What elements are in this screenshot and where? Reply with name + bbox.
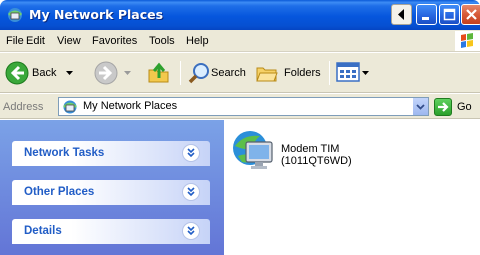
network-tasks-header[interactable]: Network Tasks	[12, 141, 210, 166]
menu-view[interactable]: View	[57, 35, 81, 47]
network-computer-icon	[233, 131, 273, 169]
menu-file[interactable]: File	[6, 35, 24, 47]
item-name-line1: Modem TIM	[281, 143, 340, 155]
standard-toolbar: Back Search Folders	[0, 53, 480, 93]
expand-chevron-button[interactable]	[182, 144, 200, 162]
menu-edit[interactable]: Edit	[26, 35, 45, 47]
network-tasks-title: Network Tasks	[24, 147, 105, 159]
address-bar: Address My Network Places Go	[0, 94, 480, 119]
up-folder-icon	[148, 62, 169, 83]
address-dropdown-button[interactable]	[412, 98, 428, 115]
item-name: Modem TIM (1011QT6WD)	[281, 143, 352, 167]
content-pane: Modem TIM (1011QT6WD)	[224, 120, 480, 255]
folders-button[interactable]: Folders	[255, 58, 325, 88]
minimize-icon	[422, 17, 429, 20]
double-chevron-down-icon	[187, 148, 195, 158]
folders-icon	[256, 67, 278, 82]
folders-label: Folders	[284, 67, 321, 79]
close-icon	[466, 9, 477, 20]
back-button[interactable]: Back	[3, 58, 89, 88]
forward-arrow-icon	[94, 61, 118, 85]
close-button[interactable]	[461, 4, 480, 25]
address-label: Address	[3, 101, 44, 113]
minimize-button[interactable]	[416, 4, 437, 25]
views-icon	[336, 62, 360, 82]
go-label[interactable]: Go	[457, 101, 472, 113]
double-chevron-down-icon	[187, 226, 195, 236]
back-arrow-icon	[5, 61, 29, 85]
window-title: My Network Places	[29, 7, 164, 22]
dropdown-arrow-icon	[124, 71, 131, 75]
toolbar-separator	[180, 61, 181, 85]
go-button[interactable]	[434, 98, 452, 116]
network-item[interactable]: Modem TIM (1011QT6WD)	[224, 120, 384, 180]
title-bar: My Network Places	[0, 0, 480, 30]
details-header[interactable]: Details	[12, 219, 210, 244]
address-value: My Network Places	[83, 100, 178, 112]
search-button[interactable]: Search	[187, 58, 251, 88]
expand-chevron-button[interactable]	[182, 183, 200, 201]
back-label: Back	[32, 67, 57, 79]
address-input[interactable]: My Network Places	[58, 97, 429, 116]
other-places-header[interactable]: Other Places	[12, 180, 210, 205]
menu-bar: File Edit View Favorites Tools Help	[0, 30, 480, 52]
back-arrow-button[interactable]	[391, 4, 412, 25]
menu-favorites[interactable]: Favorites	[92, 35, 137, 47]
search-icon	[188, 63, 209, 84]
toolbar-separator	[329, 61, 330, 85]
task-pane: Network Tasks Other Places Details	[0, 120, 224, 255]
item-name-line2: (1011QT6WD)	[281, 155, 352, 167]
up-folder-button[interactable]	[146, 60, 172, 86]
search-label: Search	[211, 67, 246, 79]
other-places-title: Other Places	[24, 186, 95, 198]
details-title: Details	[24, 225, 62, 237]
dropdown-arrow-icon	[362, 71, 369, 75]
maximize-icon	[443, 8, 456, 21]
menu-help[interactable]: Help	[186, 35, 209, 47]
expand-chevron-button[interactable]	[182, 222, 200, 240]
network-places-icon	[7, 8, 23, 22]
dropdown-arrow-icon	[66, 71, 73, 75]
network-places-icon	[63, 100, 77, 114]
windows-logo-icon	[455, 31, 480, 51]
double-chevron-down-icon	[187, 187, 195, 197]
maximize-button[interactable]	[439, 4, 460, 25]
left-arrow-icon	[398, 9, 404, 20]
forward-button[interactable]	[94, 58, 140, 88]
menu-tools[interactable]: Tools	[149, 35, 175, 47]
views-button[interactable]	[336, 60, 370, 86]
go-arrow-icon	[438, 102, 449, 112]
chevron-down-icon	[416, 104, 425, 110]
